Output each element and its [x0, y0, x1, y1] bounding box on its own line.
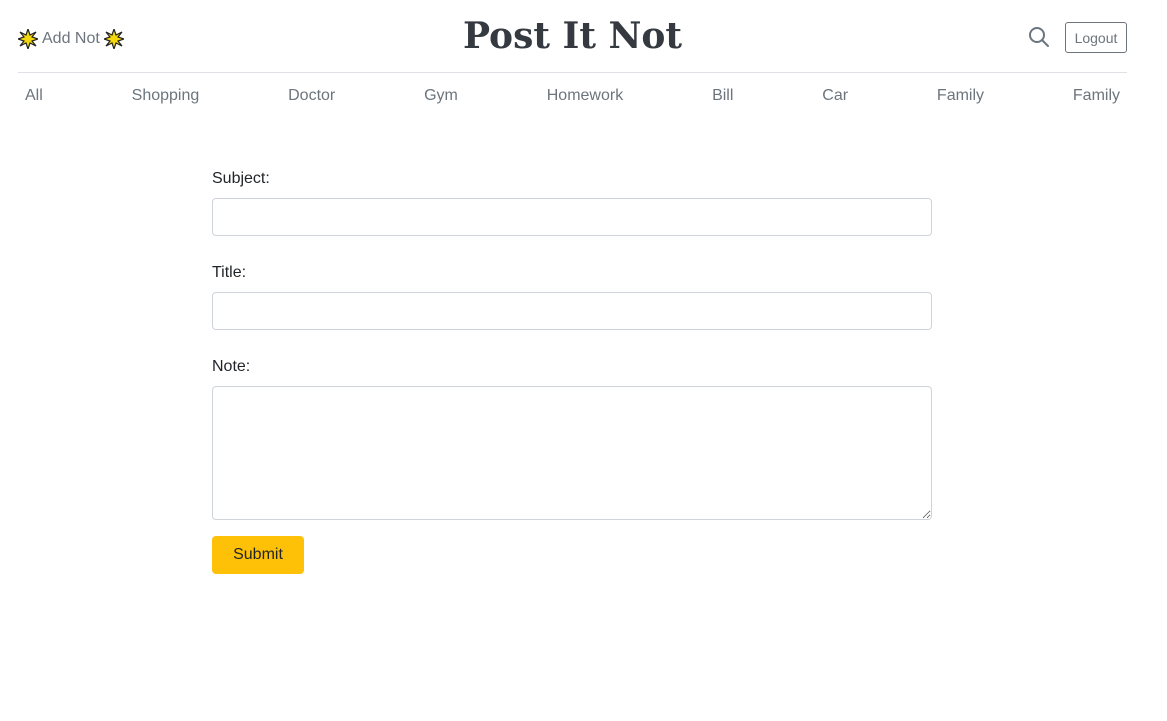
- search-icon[interactable]: [1028, 26, 1050, 48]
- submit-button[interactable]: Submit: [212, 536, 304, 574]
- nav-item-homework[interactable]: Homework: [547, 87, 623, 105]
- nav-item-family-2[interactable]: Family: [1073, 87, 1120, 105]
- nav-item-family[interactable]: Family: [937, 87, 984, 105]
- note-textarea[interactable]: [212, 386, 932, 520]
- nav-item-bill[interactable]: Bill: [712, 87, 733, 105]
- category-nav: All Shopping Doctor Gym Homework Bill Ca…: [25, 84, 1120, 108]
- site-title: Post It Not: [462, 15, 683, 57]
- header: Add Not Post It Not Logout: [18, 0, 1127, 73]
- title-label: Title:: [212, 264, 247, 281]
- note-label: Note:: [212, 358, 251, 375]
- title-input[interactable]: [212, 292, 932, 330]
- subject-label: Subject:: [212, 170, 270, 187]
- logout-button[interactable]: Logout: [1065, 22, 1127, 53]
- subject-input[interactable]: [212, 198, 932, 236]
- nav-item-all[interactable]: All: [25, 87, 43, 105]
- nav-item-doctor[interactable]: Doctor: [288, 87, 335, 105]
- nav-item-shopping[interactable]: Shopping: [132, 87, 200, 105]
- add-note-form: Subject: Title: Note: Submit: [212, 168, 932, 574]
- nav-item-gym[interactable]: Gym: [424, 87, 458, 105]
- nav-item-car[interactable]: Car: [822, 87, 848, 105]
